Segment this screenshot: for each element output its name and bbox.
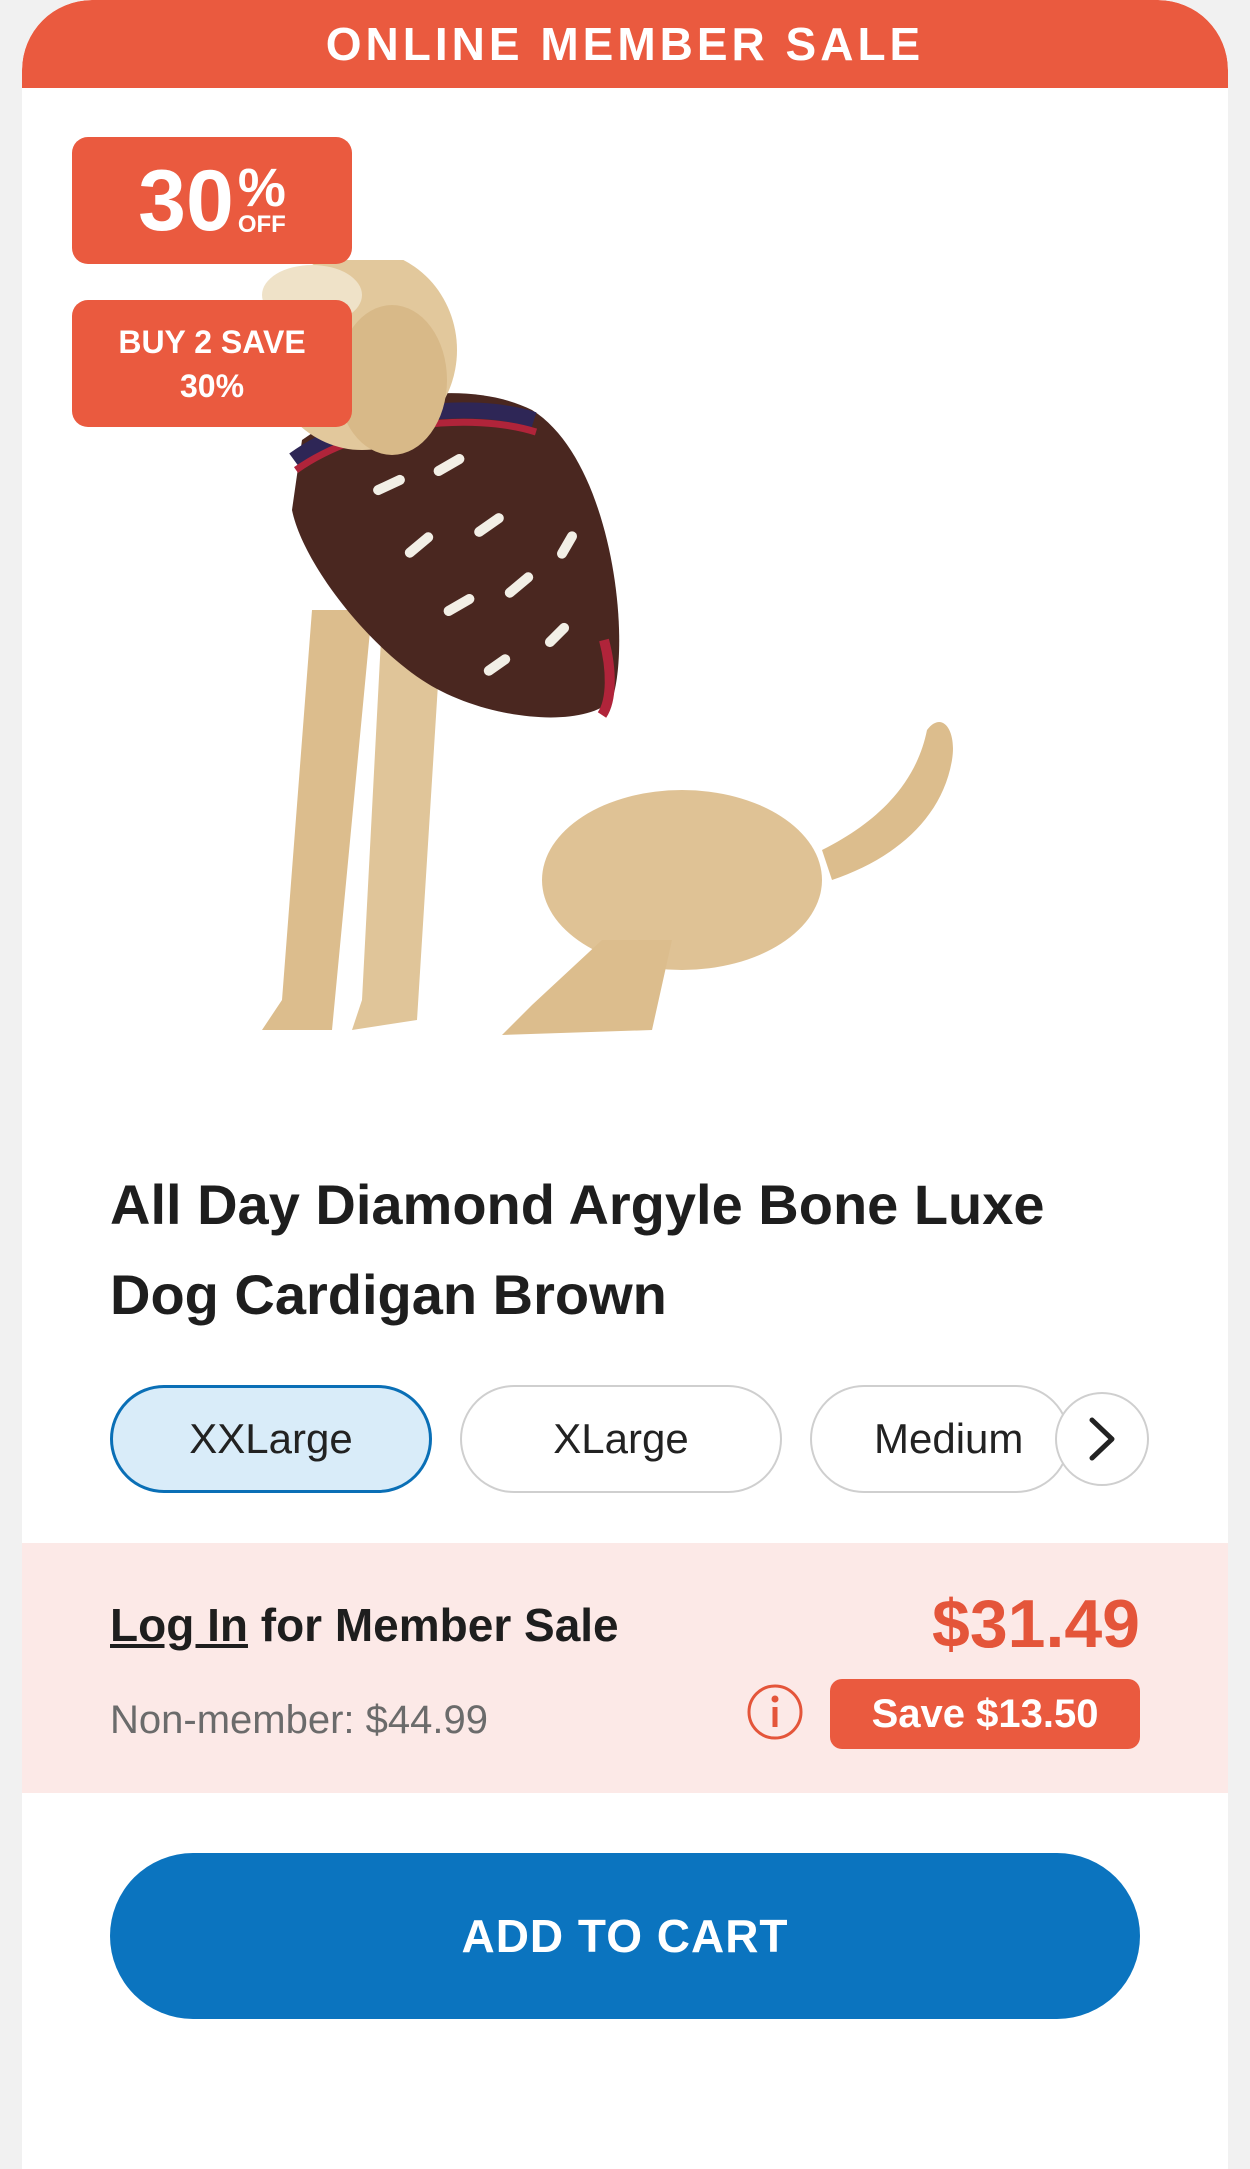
non-member-price: Non-member: $44.99: [110, 1698, 488, 1742]
chevron-right-icon: [1089, 1417, 1115, 1461]
size-option-medium[interactable]: Medium: [810, 1385, 1070, 1493]
size-option-xxlarge[interactable]: XXLarge: [110, 1385, 432, 1493]
member-pricing-panel: Log In for Member Sale Non-member: $44.9…: [22, 1543, 1228, 1793]
add-to-cart-button[interactable]: ADD TO CART: [110, 1853, 1140, 2019]
discount-off: OFF: [237, 210, 286, 238]
member-sale-banner: ONLINE MEMBER SALE: [22, 0, 1228, 88]
product-title[interactable]: All Day Diamond Argyle Bone Luxe Dog Car…: [110, 1160, 1140, 1340]
next-size-button[interactable]: [1055, 1392, 1149, 1486]
discount-number: 30: [138, 152, 234, 249]
product-image[interactable]: [252, 260, 1032, 1080]
bundle-badge: BUY 2 SAVE 30%: [72, 300, 352, 427]
size-option-xlarge[interactable]: XLarge: [460, 1385, 782, 1493]
info-icon[interactable]: [746, 1683, 804, 1741]
bundle-badge-text: BUY 2 SAVE 30%: [118, 323, 306, 404]
size-selector: XXLarge XLarge Medium: [110, 1385, 1160, 1500]
banner-text: ONLINE MEMBER SALE: [325, 18, 925, 70]
login-link[interactable]: Log In: [110, 1599, 248, 1651]
member-price: $31.49: [932, 1586, 1140, 1662]
product-card: ONLINE MEMBER SALE 30 % OFF BUY 2 SAVE 3…: [22, 0, 1228, 2169]
discount-badge: 30 % OFF: [72, 137, 352, 264]
login-suffix: for Member Sale: [260, 1599, 619, 1651]
discount-percent: %: [237, 158, 286, 219]
savings-badge: Save $13.50: [830, 1679, 1140, 1749]
